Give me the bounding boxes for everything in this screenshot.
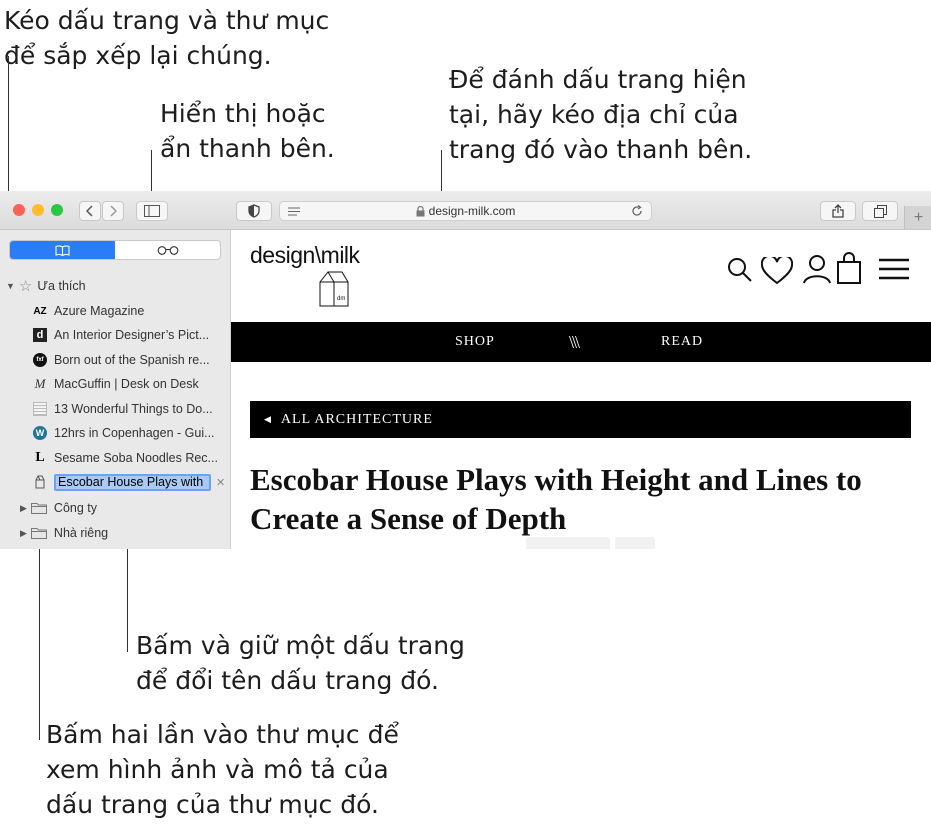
back-arrow-icon: ◀ [264, 414, 272, 424]
bookmark-rename-field[interactable] [54, 473, 211, 491]
folder-label: Nhà riêng [53, 526, 109, 540]
sidebar: ▼ ☆ Ưa thích AZ Azure Magazine d An Inte… [0, 230, 231, 549]
logo-text: design\milk [250, 242, 360, 268]
tab-bookmarks[interactable] [10, 241, 115, 259]
shield-icon [248, 204, 260, 218]
article-headline: Escobar House Plays with Height and Line… [250, 462, 862, 536]
toolbar: design-milk.com + [0, 191, 931, 230]
close-window-button[interactable] [13, 204, 25, 216]
leader-toggle-sidebar [151, 150, 152, 194]
bookmark-label: Born out of the Spanish re... [54, 353, 210, 367]
bookmark-row[interactable]: 13 Wonderful Things to Do... [33, 397, 213, 421]
dwell-favicon: d [33, 328, 47, 342]
leader-folder [39, 544, 40, 740]
lock-icon [416, 205, 425, 216]
nav-read[interactable]: READ [661, 334, 703, 350]
folder-row[interactable]: ▶ Nhà riêng [20, 521, 108, 545]
book-icon [55, 244, 70, 256]
bookmark-row[interactable]: AZ Azure Magazine [33, 299, 144, 323]
page-content: design\milk dm SHOP \\\ READ ◀ ALL ARCHI… [231, 230, 931, 549]
bookmark-row[interactable]: M MacGuffin | Desk on Desk [33, 372, 199, 396]
wordpress-favicon: W [33, 426, 47, 440]
disclosure-open-icon[interactable]: ▼ [6, 281, 15, 291]
account-icon[interactable] [803, 254, 831, 284]
bookmark-label: Azure Magazine [54, 304, 145, 318]
l-favicon: L [35, 450, 45, 465]
sidebar-segmented-control [9, 240, 221, 260]
bookmark-label: An Interior Designer’s Pict... [54, 328, 210, 342]
shopping-bag-icon[interactable] [837, 252, 861, 284]
heart-icon[interactable] [761, 257, 793, 285]
minimize-window-button[interactable] [32, 204, 44, 216]
folder-row[interactable]: ▶ Công ty [20, 496, 97, 520]
privacy-report-button[interactable] [236, 201, 272, 221]
bookmark-label: 13 Wonderful Things to Do... [54, 402, 213, 416]
tab-overview-button[interactable] [862, 201, 898, 221]
menu-icon[interactable] [879, 258, 909, 280]
share-button[interactable] [820, 201, 856, 221]
bookmark-row[interactable]: fxf Born out of the Spanish re... [33, 348, 210, 372]
bookmark-row[interactable]: L Sesame Soba Noodles Rec... [33, 446, 218, 470]
carton-label: dm [337, 296, 346, 302]
search-icon[interactable] [727, 257, 753, 283]
azure-favicon: AZ [33, 305, 47, 317]
callout-reorder: Kéo dấu trang và thư mục để sắp xếp lại … [4, 6, 330, 70]
macguffin-favicon: M [34, 376, 46, 391]
address-bar[interactable]: design-milk.com [279, 201, 652, 221]
callout-toggle-sidebar: Hiển thị hoặc ẩn thanh bên. [160, 99, 335, 163]
bookmark-row[interactable]: W 12hrs in Copenhagen - Gui... [33, 421, 215, 445]
category-label: ALL ARCHITECTURE [280, 411, 433, 427]
folder-label: Công ty [53, 501, 98, 515]
bookmark-label: 12hrs in Copenhagen - Gui... [54, 426, 215, 440]
folder-icon [30, 503, 47, 514]
tabs-icon [873, 204, 887, 218]
forward-button[interactable] [102, 201, 124, 221]
milk-carton-favicon [33, 475, 47, 489]
glasses-icon [157, 245, 178, 255]
callout-folder: Bấm hai lần vào thư mục để xem hình ảnh … [46, 720, 399, 819]
fxf-favicon: fxf [33, 353, 47, 367]
favorites-label: Ưa thích [37, 279, 86, 293]
reload-icon[interactable] [631, 205, 643, 217]
bookmark-row[interactable]: d An Interior Designer’s Pict... [33, 323, 209, 347]
back-button[interactable] [79, 201, 101, 221]
bookmark-label: Sesame Soba Noodles Rec... [54, 451, 218, 465]
tab-reading-list[interactable] [115, 241, 220, 259]
bookmark-row-editing[interactable]: ✕ [33, 470, 225, 494]
safari-window: design-milk.com + ▼ ☆ Ưa thích AZ Azure … [0, 191, 931, 549]
address-text: design-milk.com [428, 204, 516, 218]
grid-favicon [33, 402, 47, 416]
leader-bookmark-page [441, 150, 442, 195]
share-pill[interactable] [526, 537, 610, 549]
new-tab-button[interactable]: + [904, 206, 931, 229]
share-pill[interactable] [615, 537, 655, 549]
disclosure-closed-icon[interactable]: ▶ [20, 528, 27, 539]
callout-bookmark-page: Để đánh dấu trang hiện tại, hãy kéo địa … [449, 65, 753, 164]
sidebar-icon [144, 205, 160, 217]
site-logo[interactable]: design\milk [250, 242, 360, 269]
sidebar-toggle-button[interactable] [136, 201, 168, 221]
nav-divider: \\\ [569, 332, 580, 352]
chevron-left-icon [86, 205, 93, 217]
reader-icon [288, 207, 300, 216]
site-nav: SHOP \\\ READ [231, 322, 931, 362]
milk-carton-logo: dm [316, 270, 352, 308]
chevron-right-icon [110, 205, 117, 217]
star-icon: ☆ [18, 278, 33, 295]
category-bar[interactable]: ◀ ALL ARCHITECTURE [250, 401, 911, 438]
bookmark-label: MacGuffin | Desk on Desk [54, 377, 199, 391]
zoom-window-button[interactable] [51, 204, 63, 216]
share-icon [832, 204, 844, 218]
favorites-folder[interactable]: ▼ ☆ Ưa thích [6, 274, 86, 298]
folder-icon [30, 528, 47, 539]
disclosure-closed-icon[interactable]: ▶ [20, 503, 27, 514]
clear-icon[interactable]: ✕ [216, 476, 225, 489]
nav-shop[interactable]: SHOP [455, 334, 495, 350]
callout-rename: Bấm và giữ một dấu trang để đổi tên dấu … [136, 631, 465, 695]
